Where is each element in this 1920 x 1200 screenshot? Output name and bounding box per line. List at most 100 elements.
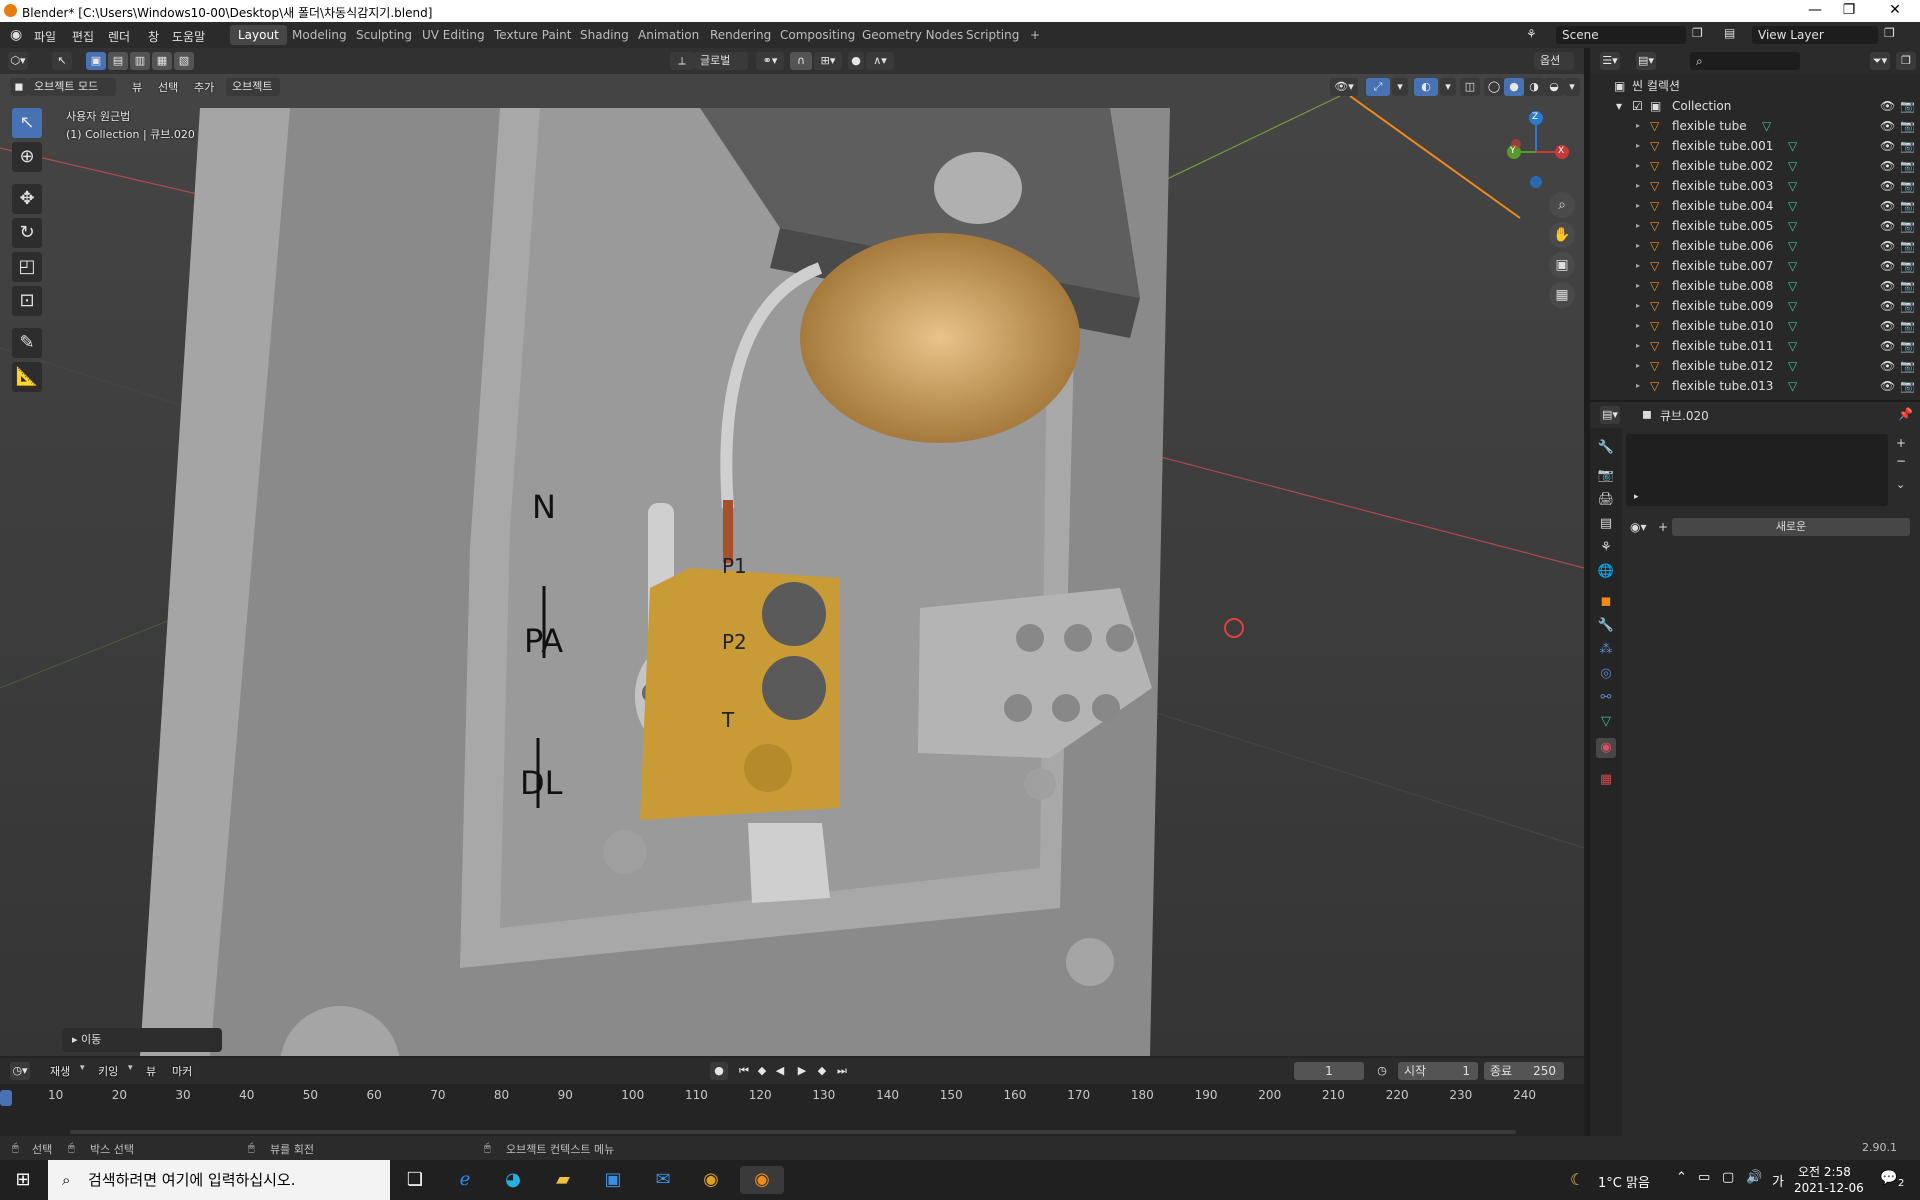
- tab-animation[interactable]: Animation: [630, 25, 707, 45]
- view-layer-icon[interactable]: ▤: [1724, 26, 1735, 40]
- keying-chevron-icon[interactable]: ▾: [128, 1063, 133, 1073]
- select-new-icon[interactable]: ▣: [86, 52, 106, 70]
- filter-icon[interactable]: ⏷▾: [1870, 52, 1890, 70]
- scene-field[interactable]: Scene: [1556, 26, 1686, 44]
- slot-specials-icon[interactable]: ⌄: [1896, 478, 1905, 491]
- visibility-icon[interactable]: 👁▾: [1330, 78, 1358, 96]
- camera-icon[interactable]: 📷: [1900, 196, 1915, 216]
- view-layer-tab-icon[interactable]: ▤: [1596, 514, 1616, 534]
- expand-arrow-icon[interactable]: ▸: [1636, 296, 1640, 316]
- cursor-tool-icon[interactable]: ↖: [52, 52, 72, 70]
- mesh-data-icon[interactable]: ▽: [1788, 316, 1797, 336]
- tray-meet-icon[interactable]: ▢: [1722, 1170, 1734, 1185]
- remove-slot-icon[interactable]: −: [1896, 454, 1906, 468]
- constraints-tab-icon[interactable]: ⚯: [1596, 688, 1616, 708]
- new-view-layer-icon[interactable]: ❐: [1884, 26, 1895, 40]
- outliner-row[interactable]: ▸ ▽ flexible tube.011 ▽ 👁 📷: [1590, 336, 1920, 356]
- camera-icon[interactable]: 📷: [1900, 276, 1915, 296]
- material-slot-list[interactable]: [1626, 434, 1888, 506]
- pin-icon[interactable]: 📌: [1898, 407, 1913, 421]
- prev-key-icon[interactable]: ◆: [754, 1062, 770, 1080]
- start-frame-field[interactable]: 시작 1: [1398, 1062, 1478, 1080]
- material-shading-icon[interactable]: ◑: [1524, 78, 1544, 96]
- outliner-row[interactable]: ▸ ▽ flexible tube.010 ▽ 👁 📷: [1590, 316, 1920, 336]
- outliner-row-collection[interactable]: ▾ ☑ ▣ Collection 👁 📷: [1590, 96, 1920, 116]
- camera-icon[interactable]: 📷: [1900, 236, 1915, 256]
- expand-arrow-icon[interactable]: ▸: [1636, 136, 1640, 156]
- taskbar-search-input[interactable]: ⌕ 검색하려면 여기에 입력하십시오.: [48, 1160, 390, 1200]
- add-slot-icon[interactable]: +: [1896, 436, 1906, 450]
- menu-keying[interactable]: 키잉: [98, 1063, 118, 1079]
- options-dropdown[interactable]: 옵션: [1534, 52, 1574, 70]
- gizmo-dropdown-icon[interactable]: ▾: [1392, 78, 1408, 96]
- tab-uv-editing[interactable]: UV Editing: [414, 25, 493, 45]
- browse-material-icon[interactable]: ◉▾: [1630, 520, 1647, 534]
- mesh-data-icon[interactable]: ▽: [1788, 196, 1797, 216]
- end-frame-field[interactable]: 종료 250: [1484, 1062, 1564, 1080]
- tab-shading[interactable]: Shading: [572, 25, 637, 45]
- mail-icon[interactable]: ✉: [648, 1166, 678, 1194]
- eye-icon[interactable]: 👁: [1880, 216, 1895, 236]
- mesh-data-icon[interactable]: ▽: [1788, 216, 1797, 236]
- play-reverse-icon[interactable]: ◀: [772, 1062, 788, 1080]
- menu-render[interactable]: 렌더: [108, 28, 130, 45]
- menu-window[interactable]: 창: [148, 28, 159, 45]
- outliner-row[interactable]: ▸ ▽ flexible tube.003 ▽ 👁 📷: [1590, 176, 1920, 196]
- gizmo-z[interactable]: Z: [1532, 112, 1538, 122]
- scene-icon[interactable]: ⚘: [1526, 27, 1537, 41]
- tab-modeling[interactable]: Modeling: [284, 25, 355, 45]
- menu-marker[interactable]: 마커: [172, 1063, 192, 1079]
- camera-icon[interactable]: 📷: [1900, 156, 1915, 176]
- menu-edit[interactable]: 편집: [72, 28, 94, 45]
- proportional-edit-icon[interactable]: ●: [848, 52, 864, 70]
- jump-start-icon[interactable]: ⏮: [736, 1062, 752, 1080]
- outliner-row[interactable]: ▸ ▽ flexible tube.009 ▽ 👁 📷: [1590, 296, 1920, 316]
- select-extend-icon[interactable]: ▤: [108, 52, 128, 70]
- menu-object[interactable]: 오브젝트: [226, 78, 280, 96]
- timeline-editor-icon[interactable]: ◷▾: [10, 1062, 30, 1080]
- eye-icon[interactable]: 👁: [1880, 116, 1895, 136]
- camera-icon[interactable]: 📷: [1900, 376, 1915, 396]
- outliner-row[interactable]: ▸ ▽ flexible tube.008 ▽ 👁 📷: [1590, 276, 1920, 296]
- last-operator-panel[interactable]: ▸ 이동: [62, 1028, 222, 1052]
- close-icon[interactable]: ✕: [1880, 2, 1910, 18]
- pan-hand-icon[interactable]: ✋: [1549, 222, 1575, 248]
- jump-end-icon[interactable]: ⏭: [834, 1062, 850, 1080]
- outliner-row[interactable]: ▸ ▽ flexible tube.002 ▽ 👁 📷: [1590, 156, 1920, 176]
- editor-type-icon[interactable]: ⬡▾: [8, 52, 28, 70]
- outliner-editor-icon[interactable]: ☰▾: [1600, 52, 1620, 70]
- view-layer-field[interactable]: View Layer: [1752, 26, 1878, 44]
- eye-icon[interactable]: 👁: [1880, 196, 1895, 216]
- pivot-icon[interactable]: ⚭▾: [756, 52, 784, 70]
- particles-tab-icon[interactable]: ⁂: [1596, 640, 1616, 660]
- solid-shading-icon[interactable]: ●: [1504, 78, 1524, 96]
- tab-layout[interactable]: Layout: [230, 25, 287, 45]
- 3d-viewport[interactable]: N PA DL P1 P2 T Z X Y ⌕ ✋ ▣ ▦ ▸ 이동: [0, 48, 1584, 1056]
- tray-network-icon[interactable]: ▭: [1698, 1170, 1710, 1185]
- menu-file[interactable]: 파일: [34, 28, 56, 45]
- expand-arrow-icon[interactable]: ▸: [1636, 236, 1640, 256]
- minimize-icon[interactable]: —: [1800, 2, 1830, 18]
- mesh-data-icon[interactable]: ▽: [1788, 296, 1797, 316]
- zoom-icon[interactable]: ⌕: [1549, 192, 1575, 218]
- tool-tab-icon[interactable]: 🔧: [1596, 438, 1616, 458]
- new-material-button[interactable]: 새로운: [1672, 518, 1910, 536]
- camera-icon[interactable]: 📷: [1900, 256, 1915, 276]
- camera-icon[interactable]: 📷: [1900, 216, 1915, 236]
- select-subtract-icon[interactable]: ▥: [130, 52, 150, 70]
- expand-arrow-icon[interactable]: ▸: [1636, 276, 1640, 296]
- mesh-data-icon[interactable]: ▽: [1788, 256, 1797, 276]
- eye-icon[interactable]: 👁: [1880, 236, 1895, 256]
- outliner-search-input[interactable]: ⌕: [1690, 52, 1800, 70]
- cursor-tool-icon[interactable]: ⊕: [12, 142, 42, 172]
- camera-icon[interactable]: 📷: [1900, 316, 1915, 336]
- eye-icon[interactable]: 👁: [1880, 336, 1895, 356]
- eye-icon[interactable]: 👁: [1880, 96, 1895, 116]
- display-mode-icon[interactable]: ▤▾: [1636, 52, 1656, 70]
- measure-tool-icon[interactable]: 📐: [12, 362, 42, 392]
- rendered-shading-icon[interactable]: ◒: [1544, 78, 1564, 96]
- snap-target-icon[interactable]: ⊞▾: [814, 52, 842, 70]
- snap-icon[interactable]: ∩: [790, 52, 812, 70]
- eye-icon[interactable]: 👁: [1880, 276, 1895, 296]
- tab-scripting[interactable]: Scripting: [958, 25, 1027, 45]
